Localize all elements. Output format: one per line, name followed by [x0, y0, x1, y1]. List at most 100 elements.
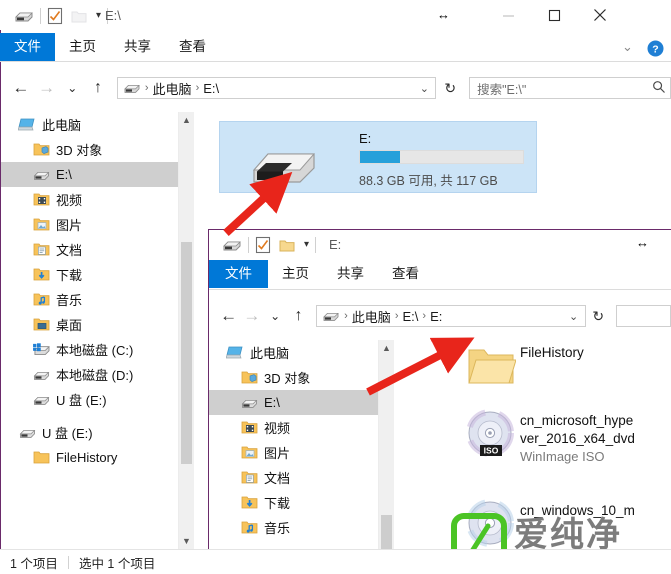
ribbon-collapse-caret[interactable]: ⌄ [622, 39, 633, 55]
inner-tree-item-videos[interactable]: 视频 [209, 415, 378, 440]
inner-tab-file[interactable]: 文件 [209, 260, 268, 288]
tree-item-label: 本地磁盘 (D:) [56, 368, 134, 383]
tree-item-3d-objects[interactable]: 3D 对象 [1, 137, 178, 162]
inner-back-button[interactable]: ← [217, 303, 240, 329]
new-folder-icon[interactable] [71, 9, 87, 24]
inner-navigation-pane[interactable]: 此电脑 3D 对象 E:\ 视频 图片 文档 下载 音乐 [209, 340, 378, 574]
inner-tree-item-3d-objects[interactable]: 3D 对象 [209, 365, 378, 390]
qat-separator [248, 237, 249, 253]
inner-forward-button[interactable]: → [240, 303, 263, 329]
tree-item-drive-e[interactable]: E:\ [1, 162, 178, 187]
outer-navigation-pane[interactable]: 此电脑 3D 对象 E:\ 视频 图片 文档 下载 音乐 桌面 本地磁盘 (C:… [1, 112, 178, 549]
customize-qat-dropdown[interactable]: ▾ [96, 11, 101, 21]
file-item-hyperv-iso[interactable]: ISO cn_microsoft_hype ver_2016_x64_dvd W… [462, 408, 635, 465]
tree-item-local-disk-c[interactable]: 本地磁盘 (C:) [1, 337, 178, 362]
back-button[interactable]: ← [8, 75, 34, 101]
search-icon[interactable] [652, 80, 666, 97]
tab-share[interactable]: 共享 [110, 33, 165, 61]
tree-item-label: 视频 [56, 193, 83, 208]
tab-view[interactable]: 查看 [165, 33, 220, 61]
tree-item-pictures[interactable]: 图片 [1, 212, 178, 237]
properties-icon[interactable] [47, 7, 63, 25]
search-input[interactable]: 搜索"E:\" [477, 79, 526, 98]
inner-breadcrumb-this-pc[interactable]: 此电脑 [349, 307, 394, 326]
outer-title-bar: ▾ E:\ ↔ [0, 0, 671, 30]
folder-documents-icon [31, 241, 51, 259]
tree-item-this-pc[interactable]: 此电脑 [1, 112, 178, 137]
inner-address-bar[interactable]: › 此电脑 › E:\ › E: ⌄ [316, 305, 586, 327]
inner-tab-share[interactable]: 共享 [323, 260, 378, 288]
inner-tab-home[interactable]: 主页 [268, 260, 323, 288]
tree-item-filehistory[interactable]: FileHistory [1, 445, 178, 470]
outer-ribbon-tabs[interactable]: 文件 主页 共享 查看 [0, 33, 520, 61]
outer-tree-scrollbar[interactable]: ▲ ▼ [178, 112, 194, 549]
inner-tab-view[interactable]: 查看 [378, 260, 433, 288]
breadcrumb-this-pc[interactable]: 此电脑 [150, 79, 195, 98]
resize-handle-icon[interactable]: ↔ [437, 7, 450, 22]
tree-item-documents[interactable]: 文档 [1, 237, 178, 262]
address-dropdown-caret[interactable]: ⌄ [415, 82, 433, 95]
inner-tree-item-pictures[interactable]: 图片 [209, 440, 378, 465]
tree-item-label: 桌面 [56, 318, 83, 333]
help-icon[interactable]: ? [647, 40, 664, 60]
tree-item-desktop[interactable]: 桌面 [1, 312, 178, 337]
inner-address-dropdown-caret[interactable]: ⌄ [565, 310, 583, 323]
folder-downloads-icon [31, 266, 51, 284]
inner-up-button[interactable]: ↑ [287, 303, 310, 329]
inner-quick-access-toolbar[interactable]: ▾ [222, 236, 322, 254]
refresh-button[interactable]: ↻ [437, 75, 463, 101]
file-item-text: cn_microsoft_hype ver_2016_x64_dvd WinIm… [520, 408, 635, 465]
new-folder-icon[interactable] [279, 238, 295, 253]
breadcrumb-drive-e[interactable]: E:\ [200, 81, 222, 96]
inner-tree-item-documents[interactable]: 文档 [209, 465, 378, 490]
inner-search-box[interactable] [615, 305, 671, 327]
qat-separator-2 [315, 237, 317, 253]
up-button[interactable]: ↑ [85, 75, 111, 101]
recent-locations-button[interactable]: ⌄ [59, 75, 85, 101]
drive-icon[interactable] [222, 237, 242, 253]
tree-item-usb-drive-e-root[interactable]: U 盘 (E:) [1, 420, 178, 445]
tree-item-usb-drive-e[interactable]: U 盘 (E:) [1, 387, 178, 412]
inner-tree-item-drive-e[interactable]: E:\ [209, 390, 378, 415]
inner-tree-item-this-pc[interactable]: 此电脑 [209, 340, 378, 365]
inner-refresh-button[interactable]: ↻ [587, 303, 610, 329]
inner-tree-item-music[interactable]: 音乐 [209, 515, 378, 540]
inner-ribbon-tabs[interactable]: 文件 主页 共享 查看 [209, 260, 509, 288]
scroll-down-arrow[interactable]: ▼ [179, 533, 194, 549]
inner-breadcrumb-e[interactable]: E: [427, 309, 445, 324]
tree-item-downloads[interactable]: 下载 [1, 262, 178, 287]
inner-tree-scrollbar[interactable]: ▲ [378, 340, 394, 574]
tree-item-music[interactable]: 音乐 [1, 287, 178, 312]
tree-item-label: 文档 [264, 471, 291, 486]
windows-drive-icon [31, 341, 51, 359]
tab-home[interactable]: 主页 [55, 33, 110, 61]
scroll-up-arrow[interactable]: ▲ [179, 112, 194, 128]
maximize-button[interactable] [531, 0, 577, 30]
tree-item-label: E:\ [264, 395, 280, 410]
inner-tree-item-downloads[interactable]: 下载 [209, 490, 378, 515]
customize-qat-dropdown[interactable]: ▾ [304, 240, 309, 250]
close-button[interactable] [577, 0, 623, 30]
outer-window-controls[interactable] [485, 0, 623, 30]
file-item-text: FileHistory [520, 340, 584, 362]
scroll-thumb[interactable] [181, 242, 192, 464]
drive-icon[interactable] [14, 8, 34, 24]
minimize-button[interactable] [485, 0, 531, 30]
inner-scroll-up-arrow[interactable]: ▲ [379, 340, 394, 356]
outer-search-box[interactable]: 搜索"E:\" [469, 77, 671, 99]
tree-item-local-disk-d[interactable]: 本地磁盘 (D:) [1, 362, 178, 387]
inner-resize-handle-icon[interactable]: ↔ [636, 235, 649, 250]
file-name-line1: cn_microsoft_hype [520, 413, 634, 428]
forward-button[interactable]: → [34, 75, 60, 101]
tree-item-label: 此电脑 [250, 346, 290, 361]
tab-file[interactable]: 文件 [0, 33, 55, 61]
properties-icon[interactable] [255, 236, 271, 254]
file-item-filehistory[interactable]: FileHistory [462, 340, 584, 392]
outer-quick-access-toolbar[interactable]: ▾ [14, 7, 114, 25]
tree-item-label: 下载 [264, 496, 291, 511]
drive-tile-e[interactable]: E: 88.3 GB 可用, 共 117 GB [219, 121, 537, 193]
inner-breadcrumb-drive-e[interactable]: E:\ [399, 309, 421, 324]
outer-address-bar[interactable]: › 此电脑 › E:\ ⌄ [116, 77, 437, 99]
tree-item-videos[interactable]: 视频 [1, 187, 178, 212]
inner-recent-locations-button[interactable]: ⌄ [264, 303, 287, 329]
